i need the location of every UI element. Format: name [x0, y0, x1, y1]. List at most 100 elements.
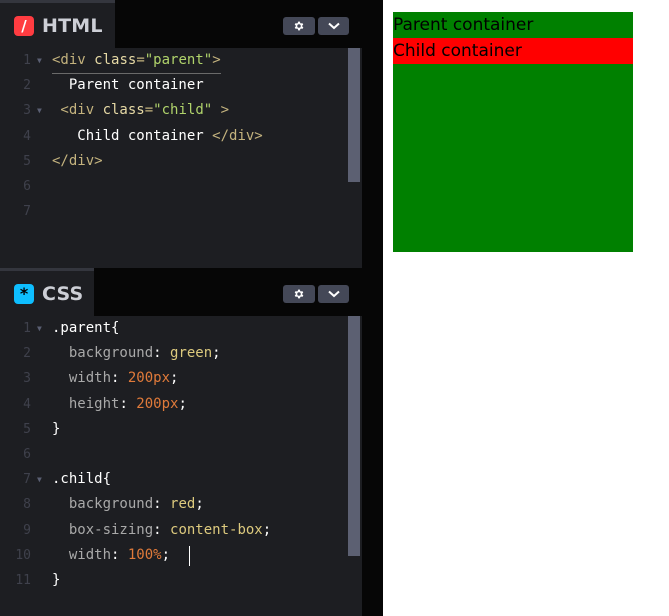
code-line[interactable]: 4 height: 200px; [0, 392, 362, 417]
html-tab[interactable]: / HTML [0, 0, 115, 48]
code-line[interactable]: 7 ▼ .child{ [0, 467, 362, 492]
html-settings-button[interactable] [283, 17, 315, 35]
fold-arrow-icon[interactable]: ▼ [37, 48, 42, 73]
code-token: background [52, 345, 154, 362]
line-number: 2 [23, 78, 31, 94]
html-scrollbar[interactable] [348, 48, 360, 182]
css-icon: * [14, 283, 34, 304]
line-number: 11 [15, 572, 31, 588]
html-icon: / [14, 15, 34, 36]
line-number: 7 [23, 472, 31, 488]
chevron-down-icon [327, 290, 340, 298]
code-token: : [153, 521, 171, 538]
code-line[interactable]: 5 </div> [0, 149, 362, 174]
code-token: : [111, 546, 128, 563]
html-code-area[interactable]: 1 ▼ <div class="parent"> 2 Parent container… [0, 48, 362, 268]
code-token: Child container [52, 127, 213, 144]
css-code-area[interactable]: 1 ▼ .parent{2 background: green; 3 width: 2… [0, 316, 362, 616]
code-line[interactable]: 5} [0, 417, 362, 442]
code-token: 200px [127, 370, 171, 387]
panel-resize-divider[interactable] [362, 0, 383, 616]
code-text: <div class="child" > [52, 98, 229, 123]
css-editor-panel: * CSS 1 ▼ .parent{2 background: green; 3 wi… [0, 268, 362, 616]
code-token: .child [52, 471, 103, 488]
code-text: box-sizing: content-box; [52, 518, 271, 543]
line-number: 2 [23, 346, 31, 362]
html-tab-title: HTML [42, 14, 103, 37]
code-line[interactable]: 8 background: red; [0, 492, 362, 517]
code-token: width [52, 370, 112, 387]
fold-arrow-icon[interactable]: ▼ [37, 98, 42, 123]
code-line[interactable]: 9 box-sizing: content-box; [0, 518, 362, 543]
code-token: .parent [52, 320, 112, 336]
code-line[interactable]: 10 width: 100%; [0, 543, 362, 568]
line-number: 1 [23, 53, 31, 68]
code-token: ; [195, 496, 204, 513]
code-line[interactable]: 4 Child container </div> [0, 124, 362, 149]
code-text: Parent container [52, 73, 204, 98]
code-line[interactable]: 6 [0, 442, 362, 467]
code-token: </div> [52, 152, 103, 169]
code-token: } [52, 571, 61, 588]
fold-arrow-icon[interactable]: ▼ [37, 467, 42, 492]
code-token: content-box [170, 521, 263, 538]
line-number: 4 [23, 128, 31, 144]
line-number: 6 [23, 446, 31, 462]
code-line[interactable]: 3 width: 200px; [0, 366, 362, 391]
code-line[interactable]: 2 background: green; [0, 341, 362, 366]
code-line[interactable]: 6 [0, 174, 362, 199]
code-token: class [94, 52, 137, 68]
code-text: width: 100%; [52, 543, 170, 568]
code-line[interactable]: 3 ▼ <div class="child" > [0, 98, 362, 123]
code-token: : [111, 370, 128, 387]
code-text: } [52, 417, 60, 442]
css-collapse-button[interactable] [318, 285, 349, 303]
line-number: 7 [23, 204, 31, 220]
code-token: : [119, 395, 137, 412]
code-token: red [170, 496, 196, 513]
css-tab[interactable]: * CSS [0, 268, 94, 316]
css-panel-header: * CSS [0, 268, 362, 316]
fold-arrow-icon[interactable]: ▼ [37, 316, 42, 341]
css-scrollbar[interactable] [348, 316, 360, 556]
code-token: ; [262, 521, 272, 538]
code-line[interactable]: 1 ▼ <div class="parent"> [0, 48, 362, 75]
editors-column: / HTML 1 ▼ <div class="parent"> 2 Parent co… [0, 0, 362, 616]
code-token: background [52, 496, 154, 513]
code-token: class [102, 102, 145, 119]
preview-parent-text: Parent container [393, 15, 534, 35]
html-collapse-button[interactable] [318, 17, 349, 35]
code-line[interactable]: 2 Parent container [0, 73, 362, 98]
code-text: </div> [52, 149, 103, 174]
code-text: height: 200px; [52, 392, 187, 417]
gear-icon [294, 21, 304, 31]
code-token: > [212, 102, 230, 119]
code-token: "parent" [144, 52, 213, 68]
code-text: } [52, 568, 60, 593]
code-token: { [111, 320, 120, 336]
result-preview: Parent container Child container [383, 0, 669, 616]
line-number: 3 [23, 371, 31, 387]
code-text: background: red; [52, 492, 204, 517]
line-number: 1 [23, 321, 31, 336]
preview-parent-container: Parent container Child container [393, 12, 633, 252]
code-token: : [153, 496, 171, 513]
chevron-down-icon [327, 22, 340, 30]
code-text: .parent{ [52, 316, 119, 341]
css-settings-button[interactable] [283, 285, 315, 303]
gear-icon [294, 289, 304, 299]
line-number: 5 [23, 153, 31, 169]
line-number: 3 [23, 103, 31, 119]
code-line[interactable]: 1 ▼ .parent{ [0, 316, 362, 341]
code-token: Parent container [52, 77, 204, 94]
line-number: 8 [23, 497, 31, 513]
code-token: 100% [127, 546, 162, 563]
code-text: background: green; [52, 341, 221, 366]
preview-child-container: Child container [393, 38, 633, 64]
code-token: <div [52, 102, 103, 119]
line-number: 5 [23, 421, 31, 437]
code-line[interactable]: 7 [0, 199, 362, 224]
code-text: Child container </div> [52, 124, 262, 149]
code-line[interactable]: 11} [0, 568, 362, 593]
code-token: ; [212, 345, 221, 362]
